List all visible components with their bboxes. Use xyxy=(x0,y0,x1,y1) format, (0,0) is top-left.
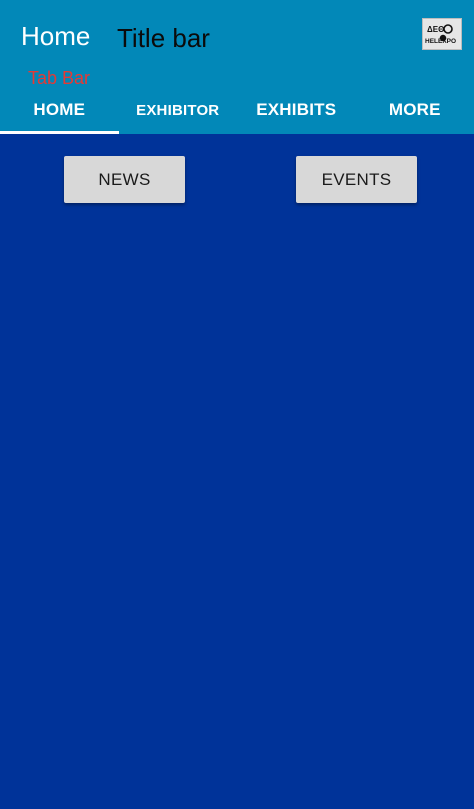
screen-title: Home xyxy=(21,21,91,51)
logo-text-bottom: HELEXPO xyxy=(425,38,456,45)
tab-more[interactable]: MORE xyxy=(356,86,474,134)
events-button[interactable]: EVENTS xyxy=(296,156,417,203)
news-button[interactable]: NEWS xyxy=(64,156,185,203)
title-bar-label: Title bar xyxy=(117,23,210,53)
app-screen: Home Title bar ΔΕΘ HELEXPO Tab Bar HOME … xyxy=(0,0,474,809)
logo-text-top: ΔΕΘ xyxy=(427,25,444,34)
app-bar: Home Title bar ΔΕΘ HELEXPO Tab Bar HOME … xyxy=(0,0,474,134)
tab-exhibitor-label: EXHIBITOR xyxy=(136,101,220,119)
tab-exhibits[interactable]: EXHIBITS xyxy=(237,86,356,134)
tab-home-label: HOME xyxy=(33,100,86,119)
tab-bar: HOME EXHIBITOR EXHIBITS MORE xyxy=(0,86,474,134)
tab-exhibits-label: EXHIBITS xyxy=(256,100,337,119)
tab-more-label: MORE xyxy=(388,100,441,119)
tab-exhibitor[interactable]: EXHIBITOR xyxy=(119,86,238,134)
tab-home[interactable]: HOME xyxy=(0,86,119,134)
helexpo-logo-icon[interactable]: ΔΕΘ HELEXPO xyxy=(422,18,462,50)
